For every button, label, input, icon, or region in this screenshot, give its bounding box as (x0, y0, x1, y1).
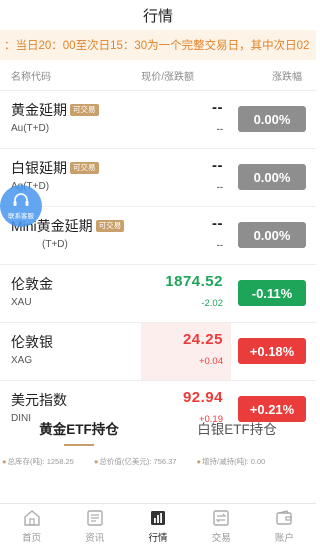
wallet-icon (276, 510, 293, 525)
quote-percent-badge[interactable]: 0.00% (238, 164, 306, 190)
tabbar-label: 首页 (22, 533, 42, 544)
quote-name: 伦敦金 (11, 274, 53, 294)
tabbar-label: 账户 (274, 533, 294, 544)
quote-list: 黄金延期 可交易 Au(T+D) -- -- 0.00% 白银延期 可交易 Ag… (0, 90, 316, 438)
tabbar-label: 行情 (148, 533, 168, 544)
quote-price: 24.25 (182, 331, 223, 348)
trade-icon (213, 510, 229, 526)
quote-change: -- (216, 182, 223, 193)
etf-stat-change-text: 增持/减持(吨): 0.00 (201, 457, 266, 466)
quote-code: XAG (11, 355, 33, 366)
etf-stat-change: ●增持/减持(吨): 0.00 (196, 457, 266, 466)
etf-stat-total-value-text: 总价值(亿美元): 756.37 (99, 457, 177, 466)
quote-price: -- (212, 99, 223, 116)
quote-change: +0.04 (198, 356, 223, 367)
tabbar-label: 资讯 (85, 533, 105, 544)
etf-stat-total-value: ●总价值(亿美元): 756.37 (93, 457, 177, 466)
quote-percent-badge[interactable]: +0.18% (238, 338, 306, 364)
quote-price: 1874.52 (165, 273, 223, 290)
quote-name-text: 伦敦金 (11, 276, 53, 292)
quote-name-text: 黄金延期 (11, 102, 67, 118)
tab-silver-etf[interactable]: 白银ETF持仓 (158, 410, 316, 446)
quote-name: 黄金延期 可交易 (11, 100, 99, 120)
quote-code: XAU (11, 297, 32, 308)
quote-row-mau-td[interactable]: Mini黄金延期 可交易 (T+D) -- -- 0.00% (0, 206, 316, 264)
quote-code: (T+D) (42, 239, 68, 250)
quote-name: 美元指数 (11, 390, 67, 410)
column-percent: 涨跌幅 (272, 71, 302, 83)
quote-change: -- (216, 240, 223, 251)
quote-name-text: 伦敦银 (11, 334, 53, 350)
chart-icon (151, 511, 165, 525)
bottom-tab-bar: 首页 资讯 行情 交易 账户 (0, 503, 316, 549)
column-header: 名称代码 现价/涨跌额 涨跌幅 (0, 60, 316, 90)
tabbar-item-market[interactable]: 行情 (126, 504, 189, 549)
customer-service-button[interactable]: 联系客服 (0, 185, 42, 227)
quote-name: 伦敦银 (11, 332, 53, 352)
headset-icon (13, 192, 29, 206)
quote-percent-badge[interactable]: 0.00% (238, 222, 306, 248)
column-price-change: 现价/涨跌额 (141, 71, 194, 83)
page-title: 行情 (142, 7, 173, 25)
quote-price: 92.94 (182, 389, 223, 406)
tradable-badge: 可交易 (70, 162, 99, 174)
quote-price: -- (212, 157, 223, 174)
etf-stat-total-hold: ●总库存(吨): 1258.25 (2, 457, 74, 466)
etf-stat-total-hold-text: 总库存(吨): 1258.25 (7, 457, 74, 466)
quote-name-text: 美元指数 (11, 392, 67, 408)
home-icon (23, 510, 40, 526)
trading-hours-notice: ：当日20：00至次日15：30为一个完整交易日，其中次日02 (0, 30, 316, 60)
price-cell: -- -- (141, 149, 231, 206)
quote-percent-badge[interactable]: -0.11% (238, 280, 306, 306)
quote-name-text: 白银延期 (11, 160, 67, 176)
etf-tabs: 黄金ETF持仓 白银ETF持仓 (0, 410, 316, 446)
quote-row-xag[interactable]: 伦敦银 XAG 24.25 +0.04 +0.18% (0, 322, 316, 380)
news-icon (87, 510, 103, 526)
price-cell: -- -- (141, 207, 231, 264)
tab-gold-etf[interactable]: 黄金ETF持仓 (0, 410, 158, 446)
price-cell: -- -- (141, 91, 231, 148)
customer-service-label: 联系客服 (8, 212, 34, 220)
quote-name: 白银延期 可交易 (11, 158, 99, 178)
price-cell-highlight: 24.25 +0.04 (141, 323, 231, 380)
tabbar-item-news[interactable]: 资讯 (63, 504, 126, 549)
tradable-badge: 可交易 (70, 104, 99, 116)
quote-change: -2.02 (201, 298, 223, 309)
tradable-badge: 可交易 (95, 220, 125, 232)
tabbar-item-home[interactable]: 首页 (0, 504, 63, 549)
quote-row-xau[interactable]: 伦敦金 XAU 1874.52 -2.02 -0.11% (0, 264, 316, 322)
quote-price: -- (212, 215, 223, 232)
quote-change: -- (216, 124, 223, 135)
tabbar-item-account[interactable]: 账户 (253, 504, 316, 549)
price-cell: 1874.52 -2.02 (141, 265, 231, 322)
quote-row-ag-td[interactable]: 白银延期 可交易 Ag(T+D) -- -- 0.00% (0, 148, 316, 206)
etf-stats: ●总库存(吨): 1258.25 ●总价值(亿美元): 756.37 ●增持/减… (0, 456, 316, 467)
tabbar-label: 交易 (211, 533, 231, 544)
column-name-code: 名称代码 (11, 71, 51, 83)
quote-percent-badge[interactable]: 0.00% (238, 106, 306, 132)
quote-code: Au(T+D) (11, 123, 50, 134)
quote-row-au-td[interactable]: 黄金延期 可交易 Au(T+D) -- -- 0.00% (0, 90, 316, 148)
tabbar-item-trade[interactable]: 交易 (190, 504, 253, 549)
